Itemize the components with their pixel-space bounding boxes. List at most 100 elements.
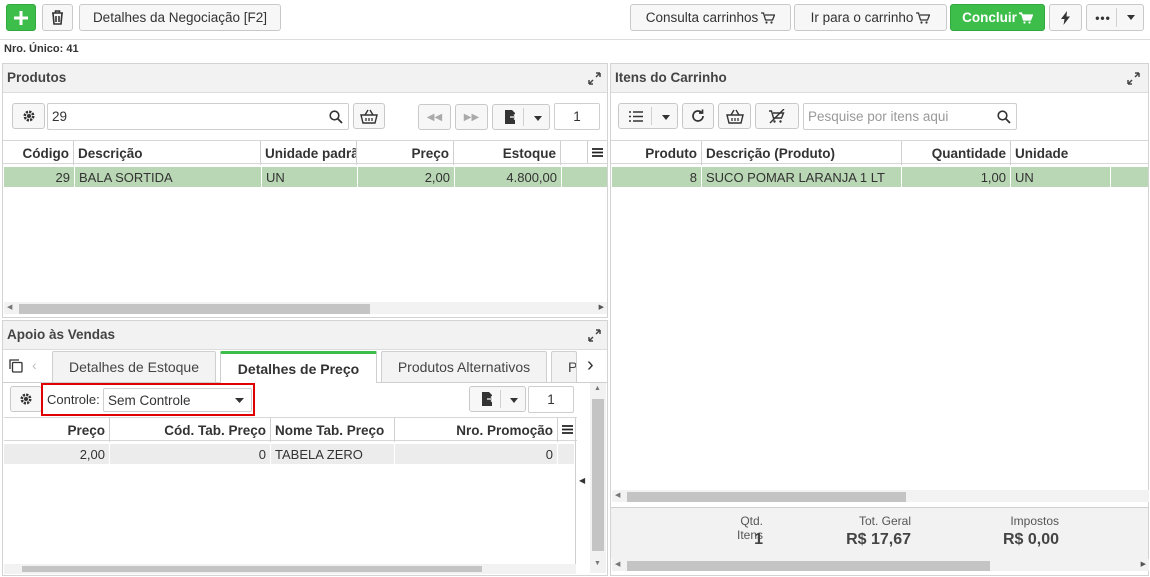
apoio-table-header: Preço Cód. Tab. Preço Nome Tab. Preço Nr… — [4, 417, 577, 442]
gear-icon — [23, 110, 34, 122]
export-button[interactable] — [492, 104, 550, 130]
scroll-left-icon[interactable]: ◀ — [615, 491, 620, 499]
basket-icon — [725, 109, 744, 124]
produtos-page-input[interactable]: 1 — [554, 103, 600, 130]
quick-action-button[interactable] — [1049, 4, 1082, 31]
ellipsis-icon: ••• — [1095, 10, 1111, 25]
table-row[interactable]: 2,00 0 TABELA ZERO 0 — [4, 444, 574, 464]
basket-button[interactable] — [718, 103, 751, 129]
scrollbar-thumb[interactable] — [22, 566, 482, 572]
carrinho-footer-scrollbar[interactable]: ◀ ▶ — [612, 559, 1149, 571]
divider — [1116, 8, 1117, 27]
tab-more[interactable]: P — [551, 351, 577, 382]
scrollbar-thumb[interactable] — [627, 561, 990, 571]
tab-next-icon[interactable]: › — [587, 354, 594, 377]
scroll-left-icon[interactable]: ◀ — [615, 560, 620, 568]
cell-preco: 2,00 — [358, 167, 455, 187]
tab-detalhes-preco[interactable]: Detalhes de Preço — [220, 351, 377, 383]
col-cod-tab-preco[interactable]: Cód. Tab. Preço — [110, 418, 271, 442]
consulta-carrinhos-label: Consulta carrinhos — [645, 10, 759, 25]
tab-produtos-alternativos[interactable]: Produtos Alternativos — [381, 351, 547, 382]
list-view-button[interactable] — [618, 103, 678, 129]
col-unidade[interactable]: Unidade — [1011, 141, 1111, 165]
clear-cart-button[interactable] — [755, 103, 799, 129]
col-estoque[interactable]: Estoque — [454, 141, 561, 165]
expand-icon[interactable] — [588, 329, 601, 342]
concluir-button[interactable]: Concluir — [950, 4, 1045, 31]
col-produto[interactable]: Produto — [611, 141, 702, 165]
col-codigo[interactable]: Código — [3, 141, 74, 165]
col-preco[interactable]: Preço — [357, 141, 454, 165]
first-page-button[interactable]: ◀◀ — [418, 104, 451, 130]
apoio-export-button[interactable] — [469, 386, 526, 412]
delete-button[interactable] — [42, 4, 73, 31]
controle-select[interactable]: Sem Controle — [103, 388, 252, 412]
carrinho-search-placeholder: Pesquise por itens aqui — [808, 109, 949, 124]
apoio-title: Apoio às Vendas — [3, 321, 607, 350]
scroll-down-icon[interactable]: ▼ — [594, 560, 601, 567]
scroll-right-icon[interactable]: ▶ — [599, 303, 604, 311]
produtos-table-header: Código Descrição Unidade padrã Preço Est… — [3, 140, 607, 165]
chevron-down-icon — [662, 115, 670, 120]
col-quantidade[interactable]: Quantidade — [902, 141, 1011, 165]
cart-icon — [1018, 11, 1033, 24]
produtos-search-input[interactable]: 29 — [47, 103, 349, 130]
divider — [500, 390, 501, 408]
scroll-right-icon[interactable]: ▶ — [1141, 560, 1146, 568]
scroll-left-icon[interactable]: ◀ — [7, 303, 12, 311]
ir-para-carrinho-button[interactable]: Ir para o carrinho — [794, 4, 947, 31]
cell-descricao: BALA SORTIDA — [75, 167, 262, 187]
consulta-carrinhos-button[interactable]: Consulta carrinhos — [630, 4, 791, 31]
col-nro-promocao[interactable]: Nro. Promoção — [395, 418, 558, 442]
details-negotiation-button[interactable]: Detalhes da Negociação [F2] — [79, 4, 281, 31]
cell-estoque: 4.800,00 — [455, 167, 562, 187]
col-preco[interactable]: Preço — [4, 418, 110, 442]
expand-icon[interactable] — [588, 72, 601, 85]
add-button[interactable] — [6, 4, 36, 31]
carrinho-horizontal-scrollbar[interactable]: ◀ — [612, 490, 1149, 502]
trash-icon — [52, 10, 63, 25]
expand-icon[interactable] — [1127, 72, 1140, 85]
table-row[interactable]: 8 SUCO POMAR LARANJA 1 LT 1,00 UN — [612, 167, 1148, 187]
scrollbar-thumb[interactable] — [19, 304, 370, 314]
apoio-vertical-scrollbar[interactable]: ▲ ▼ — [590, 383, 606, 573]
search-icon[interactable] — [329, 110, 343, 124]
apoio-page-input[interactable]: 1 — [528, 386, 574, 413]
carrinho-title: Itens do Carrinho — [611, 64, 1148, 93]
scrollbar-thumb[interactable] — [627, 492, 906, 502]
next-page-button[interactable]: ▶▶ — [455, 104, 488, 130]
col-descricao[interactable]: Descrição — [74, 141, 261, 165]
chevron-down-icon — [235, 398, 244, 403]
add-to-cart-button[interactable] — [353, 103, 385, 129]
column-menu-button[interactable] — [558, 418, 576, 440]
collapse-side-icon[interactable]: ◀ — [579, 476, 585, 485]
apoio-settings-button[interactable] — [10, 386, 42, 412]
cell-codigo: 29 — [4, 167, 75, 187]
carrinho-search-input[interactable]: Pesquise por itens aqui — [803, 103, 1017, 130]
cell-nro-promocao: 0 — [395, 444, 558, 464]
fast-forward-icon: ▶▶ — [463, 111, 480, 123]
col-nome-tab-preco[interactable]: Nome Tab. Preço — [271, 418, 395, 442]
search-icon[interactable] — [997, 110, 1011, 124]
produtos-page-value: 1 — [573, 109, 581, 124]
table-row[interactable]: 29 BALA SORTIDA UN 2,00 4.800,00 — [4, 167, 607, 187]
scroll-up-icon[interactable]: ▲ — [594, 385, 601, 392]
produtos-horizontal-scrollbar[interactable]: ◀ ▶ — [4, 302, 607, 314]
tab-prev-icon[interactable]: ‹ — [32, 357, 37, 373]
refresh-button[interactable] — [682, 103, 714, 129]
scrollbar-thumb[interactable] — [592, 399, 604, 551]
column-menu-button[interactable] — [587, 141, 607, 163]
tot-geral-value: R$ 17,67 — [846, 531, 911, 548]
col-descricao-produto[interactable]: Descrição (Produto) — [702, 141, 902, 165]
cell-unidade: UN — [1011, 167, 1111, 187]
more-options-button[interactable]: ••• — [1086, 4, 1144, 31]
refresh-icon — [692, 109, 704, 122]
produtos-title: Produtos — [3, 64, 607, 93]
copy-icon[interactable] — [9, 359, 23, 373]
tab-detalhes-estoque[interactable]: Detalhes de Estoque — [52, 351, 216, 382]
produtos-settings-button[interactable] — [12, 103, 45, 129]
plus-icon — [14, 10, 28, 25]
col-unidade[interactable]: Unidade padrã — [261, 141, 357, 165]
apoio-horizontal-scrollbar[interactable] — [4, 564, 576, 574]
nro-unico: Nro. Único: 41 — [4, 43, 79, 55]
